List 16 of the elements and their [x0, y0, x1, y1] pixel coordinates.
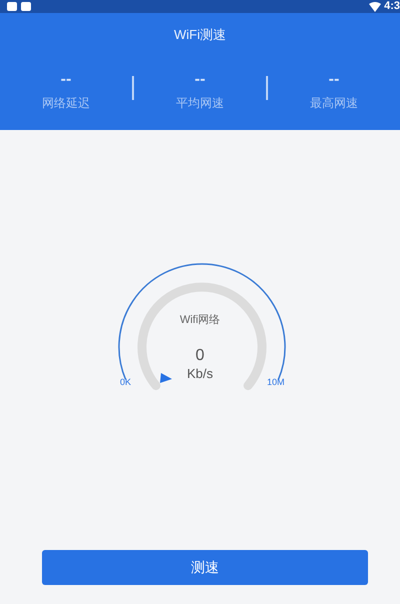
- stat-value: --: [328, 70, 340, 90]
- wifi-icon: [369, 2, 382, 12]
- speed-value: 0: [196, 346, 204, 364]
- speed-unit: Kb/s: [186, 364, 213, 382]
- stat-label: 最高网速: [310, 94, 358, 112]
- stat-value: --: [60, 70, 72, 90]
- max-label: 10M: [267, 376, 285, 389]
- page-title: WiFi测速: [174, 26, 226, 44]
- stat-label: 网络延迟: [42, 94, 90, 112]
- stat-label: 平均网速: [176, 94, 224, 112]
- stat-value: --: [194, 70, 206, 90]
- status-time: 4:3: [384, 0, 400, 13]
- network-label: Wifi网络: [180, 313, 220, 328]
- speed-test-button[interactable]: 测速: [42, 550, 368, 585]
- gauge-needle: [160, 373, 172, 383]
- min-label: 0K: [120, 376, 132, 389]
